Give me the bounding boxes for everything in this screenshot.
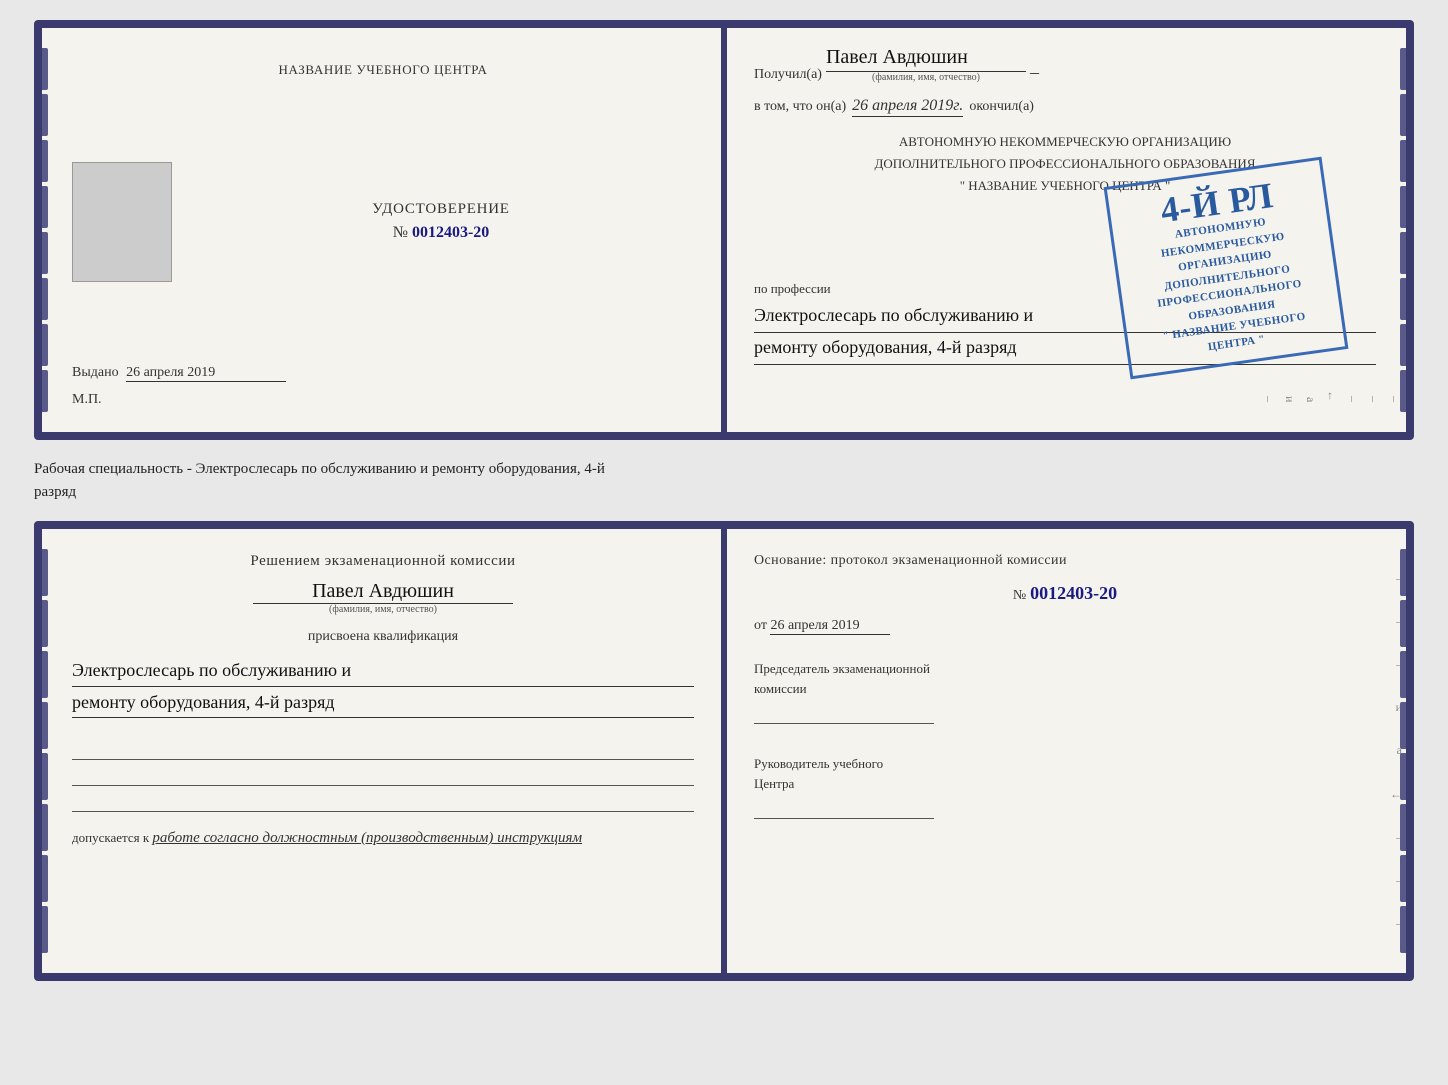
qualification-line2: ремонту оборудования, 4-й разряд — [72, 687, 694, 719]
cert-number-prefix: № — [393, 224, 408, 241]
head-section: Руководитель учебного Центра — [754, 754, 1376, 819]
spine-tab-br — [1400, 549, 1414, 596]
bottom-document: Решением экзаменационной комиссии Павел … — [34, 521, 1414, 981]
spine-tab-r — [1400, 324, 1414, 366]
osnov-label: Основание: протокол экзаменационной коми… — [754, 553, 1376, 569]
decision-title: Решением экзаменационной комиссии — [72, 553, 694, 570]
osnov-date-section: от 26 апреля 2019 — [754, 618, 1376, 635]
right-edge-marks: – и а ← – – – — [1261, 58, 1402, 402]
sig-line-1 — [72, 738, 694, 760]
spine-tab-br — [1400, 804, 1414, 851]
separator-line1: Рабочая специальность - Электрослесарь п… — [34, 458, 1414, 481]
chairman-label: Председатель экзаменационной комиссии — [754, 661, 930, 696]
bottom-right-spine — [1400, 549, 1414, 953]
issued-date: 26 апреля 2019 — [126, 365, 286, 382]
separator-text-block: Рабочая специальность - Электрослесарь п… — [34, 458, 1414, 503]
osnov-date-prefix: от — [754, 618, 767, 633]
bottom-doc-left-page: Решением экзаменационной комиссии Павел … — [42, 529, 724, 973]
head-title-text: Руководитель учебного Центра — [754, 754, 1376, 793]
osnov-number-section: № 0012403-20 — [754, 583, 1376, 604]
chairman-title-text: Председатель экзаменационной комиссии — [754, 659, 1376, 698]
date-label: в том, что он(а) — [754, 99, 846, 115]
edge-dash-1: – — [1261, 58, 1276, 402]
signature-lines-block — [72, 738, 694, 812]
osnov-number-prefix: № — [1013, 588, 1026, 603]
head-label: Руководитель учебного Центра — [754, 756, 883, 791]
top-doc-right-page: Получил(а) Павел Авдюшин (фамилия, имя, … — [724, 28, 1406, 432]
decision-person-name: Павел Авдюшин — [253, 580, 513, 604]
spine-tab-br — [1400, 600, 1414, 647]
edge-dash-5: – — [1345, 58, 1360, 402]
spine-tab-br — [1400, 753, 1414, 800]
edge-dash-4: ← — [1324, 58, 1339, 402]
mp-stamp-label: М.П. — [72, 392, 102, 408]
osnov-date-value: 26 апреля 2019 — [770, 618, 890, 635]
school-name-top: НАЗВАНИЕ УЧЕБНОГО ЦЕНТРА — [278, 62, 487, 78]
edge-dash-2: и — [1282, 58, 1297, 402]
bottom-left-section: Выдано 26 апреля 2019 М.П. — [72, 365, 694, 408]
certificate-info: УДОСТОВЕРЕНИЕ № 0012403-20 — [188, 201, 694, 242]
admission-label: допускается к — [72, 830, 149, 845]
chairman-sig-line — [754, 702, 934, 724]
osnov-number-value: 0012403-20 — [1030, 583, 1117, 603]
cert-title-label: УДОСТОВЕРЕНИЕ — [188, 201, 694, 218]
recipient-label: Получил(а) — [754, 67, 822, 83]
spine-tab-r — [1400, 278, 1414, 320]
middle-section: УДОСТОВЕРЕНИЕ № 0012403-20 — [72, 162, 694, 282]
qualification-line1: Электрослесарь по обслуживанию и — [72, 655, 694, 687]
issued-label: Выдано — [72, 365, 119, 380]
admission-text: работе согласно должностным (производств… — [152, 830, 582, 846]
edge-dash-3: а — [1303, 58, 1318, 402]
spine-tab-r — [1400, 232, 1414, 274]
chairman-section: Председатель экзаменационной комиссии — [754, 659, 1376, 724]
issued-line: Выдано 26 апреля 2019 — [72, 365, 286, 382]
spine-tab-r — [1400, 94, 1414, 136]
spine-tab-r — [1400, 370, 1414, 412]
cert-number-value: 0012403-20 — [412, 224, 489, 241]
right-spine-tabs — [1400, 48, 1414, 412]
spine-tab-r — [1400, 186, 1414, 228]
spine-tab-br — [1400, 906, 1414, 953]
spine-tab-br — [1400, 855, 1414, 902]
spine-tab-br — [1400, 702, 1414, 749]
dash-separator: – — [1030, 62, 1039, 83]
fio-hint-top: (фамилия, имя, отчество) — [826, 72, 1026, 83]
decision-fio-hint: (фамилия, имя, отчество) — [72, 604, 694, 615]
sig-line-2 — [72, 764, 694, 786]
spine-tab-r — [1400, 140, 1414, 182]
head-sig-line — [754, 797, 934, 819]
sig-line-3 — [72, 790, 694, 812]
recipient-name: Павел Авдюшин — [826, 46, 1026, 72]
bottom-doc-right-page: Основание: протокол экзаменационной коми… — [724, 529, 1406, 973]
qualification-assigned-label: присвоена квалификация — [72, 629, 694, 645]
cert-number-display: № 0012403-20 — [188, 224, 694, 242]
decision-name-section: Павел Авдюшин (фамилия, имя, отчество) — [72, 580, 694, 615]
separator-line2: разряд — [34, 481, 1414, 504]
admission-block: допускается к работе согласно должностны… — [72, 830, 694, 847]
finished-label: окончил(а) — [969, 99, 1034, 115]
recipient-fio-block: Павел Авдюшин (фамилия, имя, отчество) — [826, 46, 1026, 83]
spine-tab-br — [1400, 651, 1414, 698]
top-doc-left-page: НАЗВАНИЕ УЧЕБНОГО ЦЕНТРА УДОСТОВЕРЕНИЕ №… — [42, 28, 724, 432]
date-value: 26 апреля 2019г. — [852, 97, 963, 117]
top-document: НАЗВАНИЕ УЧЕБНОГО ЦЕНТРА УДОСТОВЕРЕНИЕ №… — [34, 20, 1414, 440]
spine-tab-r — [1400, 48, 1414, 90]
photo-area — [72, 162, 172, 282]
qualification-text: Электрослесарь по обслуживанию и ремонту… — [72, 655, 694, 718]
edge-dash-6: – — [1366, 58, 1381, 402]
